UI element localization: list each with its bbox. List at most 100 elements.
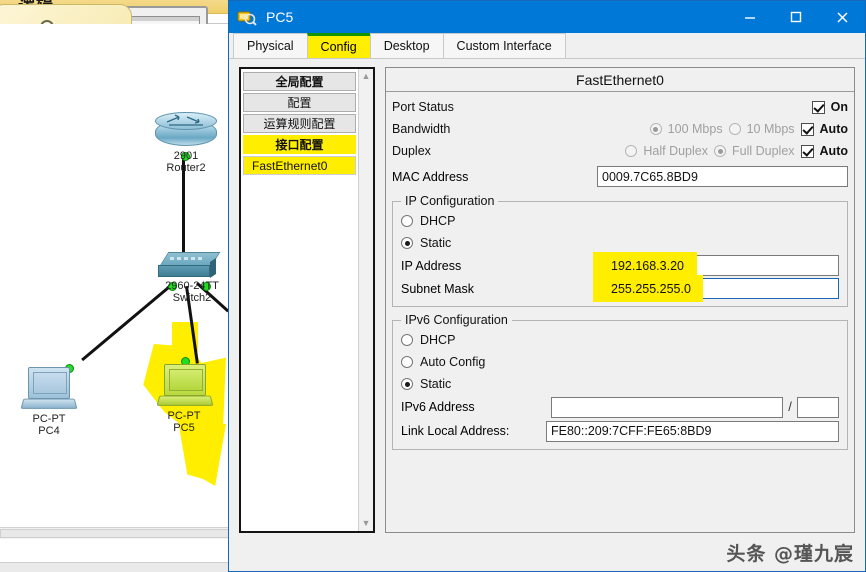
row-link-local-address: Link Local Address: FE80::209:7CFF:FE65:… xyxy=(401,419,839,443)
watermark-text: 头条 @瑾九宸 xyxy=(726,543,854,565)
close-icon[interactable] xyxy=(819,1,865,33)
ip-address-field-wrap: 192.168.3.20 xyxy=(593,252,839,279)
device-switch2-icon[interactable] xyxy=(158,252,221,280)
ipv4-static-radio[interactable] xyxy=(401,237,413,249)
bandwidth-100mbps-radio[interactable] xyxy=(649,123,662,135)
duplex-half-radio[interactable] xyxy=(625,145,638,157)
ipv4-config-group: IP Configuration DHCP Static IP Address xyxy=(392,194,848,307)
ipv6-address-input[interactable] xyxy=(551,396,783,418)
interface-config-body: Port Status On Bandwidth 100 Mbps 10 Mbp… xyxy=(386,92,854,456)
duplex-full-label: Full Duplex xyxy=(732,144,795,158)
pc5-name: PC5 xyxy=(173,422,195,434)
minimize-icon[interactable] xyxy=(727,1,773,33)
screen-root: 逻辑 新建集群 xyxy=(0,0,866,572)
duplex-auto-label: Auto xyxy=(819,144,848,158)
tree-item-fastethernet0[interactable]: FastEthernet0 xyxy=(243,156,356,175)
ipv6-static-label: Static xyxy=(420,377,452,391)
ipv6-autoconfig-label: Auto Config xyxy=(420,355,486,369)
pc4-name: PC4 xyxy=(38,425,60,437)
config-tree-panel: 全局配置 配置 运算规则配置 接口配置 FastEthernet0 ▲ ▼ xyxy=(239,67,375,533)
row-mac-address: MAC Address 0009.7C65.8BD9 xyxy=(392,165,848,188)
link-local-field-wrap: FE80::209:7CFF:FE65:8BD9 xyxy=(546,420,839,442)
device-pc4-label: PC-PT PC4 xyxy=(18,413,80,437)
port-status-label: Port Status xyxy=(392,100,454,114)
router-arrows-icon xyxy=(166,114,203,126)
ipv6-prefix-separator: / xyxy=(788,398,792,414)
tab-custom-interface[interactable]: Custom Interface xyxy=(442,33,566,58)
ipv4-dhcp-radio[interactable] xyxy=(401,215,413,227)
mac-address-input[interactable]: 0009.7C65.8BD9 xyxy=(597,166,848,187)
subnet-mask-value: 255.255.255.0 xyxy=(611,281,691,296)
chevron-up-icon[interactable]: ▲ xyxy=(362,72,371,81)
tab-desktop[interactable]: Desktop xyxy=(369,33,444,58)
port-status-on-checkbox[interactable] xyxy=(811,100,825,114)
row-ipv4-dhcp: DHCP xyxy=(401,210,839,232)
port-status-on-label: On xyxy=(830,100,848,114)
ip-address-label: IP Address xyxy=(401,258,462,273)
row-ipv6-address: IPv6 Address / xyxy=(401,395,839,419)
device-pc5-icon[interactable] xyxy=(156,364,214,410)
row-ipv6-autoconfig: Auto Config xyxy=(401,351,839,373)
row-ipv6-dhcp: DHCP xyxy=(401,329,839,351)
port-status-controls: On xyxy=(811,100,848,114)
bandwidth-10mbps-radio[interactable] xyxy=(728,123,741,135)
bandwidth-controls: 100 Mbps 10 Mbps Auto xyxy=(649,122,848,136)
row-ipv4-static: Static xyxy=(401,232,839,254)
ipv6-static-radio[interactable] xyxy=(401,378,413,390)
device-router2-icon[interactable] xyxy=(155,112,217,152)
config-tree-list: 全局配置 配置 运算规则配置 接口配置 FastEthernet0 xyxy=(241,69,358,531)
maximize-icon[interactable] xyxy=(773,1,819,33)
switch-ports-icon xyxy=(170,257,202,260)
duplex-half-label: Half Duplex xyxy=(643,144,708,158)
subnet-mask-field-wrap: 255.255.255.0 xyxy=(593,275,839,302)
config-tree-scrollbar[interactable]: ▲ ▼ xyxy=(358,69,373,531)
duplex-auto-checkbox[interactable] xyxy=(800,144,814,158)
ipv6-address-label: IPv6 Address xyxy=(401,400,475,414)
mac-address-field-wrap: 0009.7C65.8BD9 xyxy=(597,166,848,187)
tab-config[interactable]: Config xyxy=(306,33,371,58)
pc5-model: PC-PT xyxy=(167,410,201,422)
subnet-mask-label: Subnet Mask xyxy=(401,281,474,296)
ipv6-config-group: IPv6 Configuration DHCP Auto Config Stat… xyxy=(392,313,848,450)
link-local-address-label: Link Local Address: xyxy=(401,424,510,438)
link-local-address-input[interactable]: FE80::209:7CFF:FE65:8BD9 xyxy=(546,420,839,442)
tree-item-algorithm-settings[interactable]: 运算规则配置 xyxy=(243,114,356,133)
pc-device-icon xyxy=(237,8,257,26)
ipv6-prefix-input[interactable] xyxy=(797,396,839,418)
ipv6-dhcp-label: DHCP xyxy=(420,333,456,347)
chevron-down-icon[interactable]: ▼ xyxy=(362,519,371,528)
ipv4-dhcp-label: DHCP xyxy=(420,214,456,228)
mac-address-label: MAC Address xyxy=(392,169,469,184)
duplex-full-radio[interactable] xyxy=(714,145,726,157)
window-titlebar[interactable]: PC5 xyxy=(229,1,865,33)
ipv6-dhcp-radio[interactable] xyxy=(401,334,413,346)
tree-item-interface[interactable]: 接口配置 xyxy=(243,135,356,154)
bandwidth-100mbps-label: 100 Mbps xyxy=(667,122,723,136)
ipv4-config-legend: IP Configuration xyxy=(405,194,495,208)
row-subnet-mask: Subnet Mask 255.255.255.0 xyxy=(401,275,839,302)
device-pc4-icon[interactable] xyxy=(20,367,78,413)
row-ipv6-static: Static xyxy=(401,373,839,395)
bandwidth-auto-checkbox[interactable] xyxy=(800,122,814,136)
pc4-model: PC-PT xyxy=(32,413,66,425)
tree-item-global-settings[interactable]: 全局配置 xyxy=(243,72,356,91)
router2-model: 2901 xyxy=(173,150,199,162)
device-pc5-label: PC-PT PC5 xyxy=(153,410,215,434)
ipv6-autoconfig-radio[interactable] xyxy=(401,356,413,368)
tab-physical[interactable]: Physical xyxy=(233,33,308,58)
interface-config-panel: FastEthernet0 Port Status On Bandwidth 1… xyxy=(385,67,855,533)
tree-item-settings[interactable]: 配置 xyxy=(243,93,356,112)
interface-header: FastEthernet0 xyxy=(386,68,854,92)
ip-address-value: 192.168.3.20 xyxy=(611,258,684,273)
row-bandwidth: Bandwidth 100 Mbps 10 Mbps Auto xyxy=(392,118,848,140)
row-port-status: Port Status On xyxy=(392,96,848,118)
ipv6-config-legend: IPv6 Configuration xyxy=(405,313,508,327)
device-router2-label: 2901 Router2 xyxy=(140,150,232,174)
row-ip-address: IP Address 192.168.3.20 xyxy=(401,252,839,279)
router2-name: Router2 xyxy=(166,162,206,174)
row-duplex: Duplex Half Duplex Full Duplex Auto xyxy=(392,140,848,162)
tabstrip: Physical Config Desktop Custom Interface xyxy=(229,33,865,59)
subnet-mask-input[interactable]: 255.255.255.0 xyxy=(593,275,839,302)
pc5-config-window: PC5 Physical Config Desktop Custom Inter… xyxy=(228,0,866,572)
ip-address-input[interactable]: 192.168.3.20 xyxy=(593,252,839,279)
